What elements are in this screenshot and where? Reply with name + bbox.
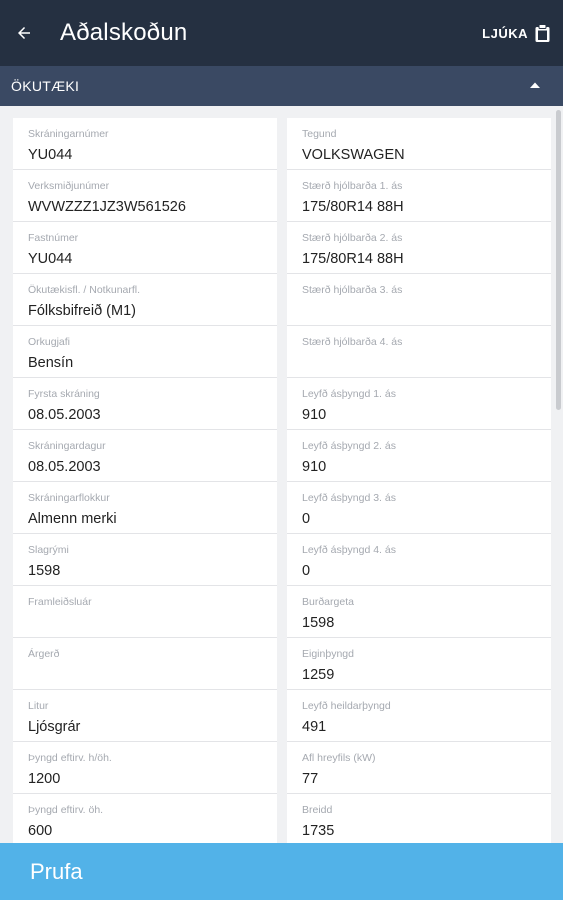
field-label: Leyfð ásþyngd 4. ás (302, 544, 396, 556)
field-value: 77 (302, 771, 319, 787)
field-value: 910 (302, 407, 327, 423)
finish-button[interactable]: LJÚKA (482, 20, 551, 46)
field-label: Eiginþyngd (302, 648, 354, 660)
vehicle-field: Skráningardagur 08.05.2003 (13, 430, 277, 482)
vehicle-field: Orkugjafi Bensín (13, 326, 277, 378)
vehicle-field: Skráningarnúmer YU044 (13, 118, 277, 170)
field-label: Orkugjafi (28, 336, 71, 348)
back-button[interactable] (8, 15, 40, 51)
finish-button-label: LJÚKA (482, 25, 528, 41)
field-value: 175/80R14 88H (302, 251, 404, 267)
chevron-up-icon[interactable] (529, 81, 541, 89)
field-value: 1259 (302, 667, 335, 683)
vehicle-field: Leyfð heildarþyngd 491 (287, 690, 551, 742)
vehicle-field: Litur Ljósgrár (13, 690, 277, 742)
field-label: Stærð hjólbarða 4. ás (302, 336, 403, 348)
field-value: 08.05.2003 (28, 459, 101, 475)
field-value: 600 (28, 823, 53, 839)
vehicle-details[interactable]: Skráningarnúmer YU044 Verksmiðjunúmer WVWZZ… (0, 106, 563, 843)
field-label: Leyfð heildarþyngd (302, 700, 391, 712)
field-value: Fólksbifreið (M1) (28, 303, 136, 319)
field-value: 910 (302, 459, 327, 475)
field-label: Leyfð ásþyngd 1. ás (302, 388, 396, 400)
vehicle-field: Tegund VOLKSWAGEN (287, 118, 551, 170)
field-label: Breidd (302, 804, 333, 816)
vehicle-field: Eiginþyngd 1259 (287, 638, 551, 690)
field-label: Þyngd eftirv. h/öh. (28, 752, 112, 764)
vehicle-field: Leyfð ásþyngd 4. ás 0 (287, 534, 551, 586)
field-label: Verksmiðjunúmer (28, 180, 110, 192)
vehicle-field: Stærð hjólbarða 1. ás 175/80R14 88H (287, 170, 551, 222)
field-label: Tegund (302, 128, 337, 140)
field-value: Ljósgrár (28, 719, 81, 735)
field-value: Almenn merki (28, 511, 117, 527)
field-value: YU044 (28, 251, 73, 267)
field-value: 0 (302, 563, 311, 579)
field-label: Slagrými (28, 544, 69, 556)
vehicle-field: Stærð hjólbarða 3. ás (287, 274, 551, 326)
field-value: 175/80R14 88H (302, 199, 404, 215)
field-value: 0 (302, 511, 311, 527)
section-title: ÖKUTÆKI (11, 78, 80, 94)
field-label: Burðargeta (302, 596, 354, 608)
vehicle-field: Stærð hjólbarða 4. ás (287, 326, 551, 378)
vehicle-field: Ökutækisfl. / Notkunarfl. Fólksbifreið (M… (13, 274, 277, 326)
field-value: 1735 (302, 823, 335, 839)
arrow-left-icon (18, 27, 30, 39)
field-label: Skráningardagur (28, 440, 106, 452)
field-label: Leyfð ásþyngd 3. ás (302, 492, 396, 504)
vehicle-field: Skráningarflokkur Almenn merki (13, 482, 277, 534)
bottom-action-bar[interactable]: Prufa (0, 843, 563, 900)
vehicle-field: Verksmiðjunúmer WVWZZZ1JZ3W561526 (13, 170, 277, 222)
field-value: YU044 (28, 147, 73, 163)
vehicle-field: Framleiðsluár (13, 586, 277, 638)
field-label: Leyfð ásþyngd 2. ás (302, 440, 396, 452)
vehicle-field: Þyngd eftirv. h/öh. 1200 (13, 742, 277, 794)
page-title: Aðalskoðun (60, 19, 188, 46)
field-label: Litur (28, 700, 49, 712)
vehicle-field: Burðargeta 1598 (287, 586, 551, 638)
field-value: 1598 (28, 563, 61, 579)
vehicle-field: Stærð hjólbarða 2. ás 175/80R14 88H (287, 222, 551, 274)
field-value: VOLKSWAGEN (302, 147, 405, 163)
field-label: Árgerð (28, 648, 60, 660)
field-label: Stærð hjólbarða 1. ás (302, 180, 403, 192)
field-value: 08.05.2003 (28, 407, 101, 423)
vehicle-field: Þyngd eftirv. öh. 600 (13, 794, 277, 843)
vehicle-field: Breidd 1735 (287, 794, 551, 843)
vehicle-field: Leyfð ásþyngd 1. ás 910 (287, 378, 551, 430)
clipboard-icon (535, 23, 550, 42)
field-value: 1598 (302, 615, 335, 631)
field-label: Stærð hjólbarða 2. ás (302, 232, 403, 244)
section-header-vehicle[interactable]: ÖKUTÆKI (0, 66, 563, 106)
field-label: Ökutækisfl. / Notkunarfl. (28, 284, 141, 296)
field-label: Framleiðsluár (28, 596, 92, 608)
field-label: Þyngd eftirv. öh. (28, 804, 104, 816)
field-label: Fastnúmer (28, 232, 79, 244)
vehicle-field: Fastnúmer YU044 (13, 222, 277, 274)
vehicle-field: Árgerð (13, 638, 277, 690)
fields-column-right: Tegund VOLKSWAGEN Stærð hjólbarða 1. ás 175… (287, 118, 551, 843)
field-label: Skráningarnúmer (28, 128, 109, 140)
bottom-action-label: Prufa (30, 858, 83, 884)
vehicle-field: Slagrými 1598 (13, 534, 277, 586)
vehicle-field: Leyfð ásþyngd 2. ás 910 (287, 430, 551, 482)
vehicle-field: Afl hreyfils (kW) 77 (287, 742, 551, 794)
app-bar: Aðalskoðun LJÚKA (0, 0, 563, 66)
field-value: 491 (302, 719, 327, 735)
field-value: WVWZZZ1JZ3W561526 (28, 199, 186, 215)
field-label: Skráningarflokkur (28, 492, 110, 504)
vehicle-field: Fyrsta skráning 08.05.2003 (13, 378, 277, 430)
field-label: Afl hreyfils (kW) (302, 752, 376, 764)
fields-column-left: Skráningarnúmer YU044 Verksmiðjunúmer WVWZZ… (13, 118, 277, 843)
field-label: Fyrsta skráning (28, 388, 100, 400)
field-value: 1200 (28, 771, 61, 787)
scrollbar[interactable] (556, 110, 561, 410)
vehicle-field: Leyfð ásþyngd 3. ás 0 (287, 482, 551, 534)
field-value: Bensín (28, 355, 74, 371)
field-label: Stærð hjólbarða 3. ás (302, 284, 403, 296)
